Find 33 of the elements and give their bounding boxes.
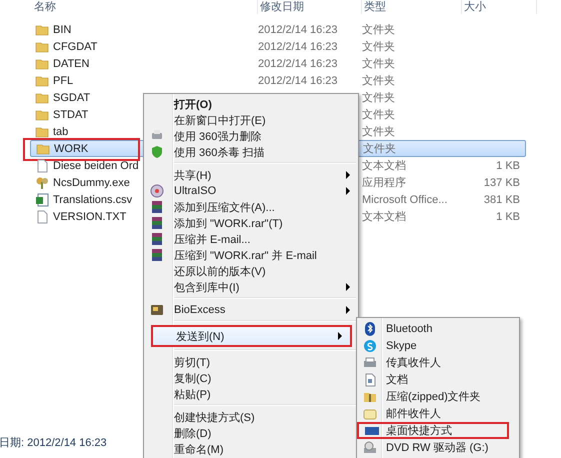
file-name: Translations.csv	[53, 194, 132, 206]
file-date: 2012/2/14 16:23	[258, 24, 338, 36]
file-size: 137 KB	[482, 176, 521, 188]
file-name: BIN	[53, 24, 72, 36]
file-name: PFL	[53, 74, 74, 86]
file-name: Diese beiden Ord	[53, 160, 139, 172]
file-date: 2012/2/14 16:23	[258, 58, 338, 70]
file-size: 381 KB	[482, 194, 521, 206]
file-name: DATEN	[53, 58, 90, 70]
file-date: 2012/2/14 16:23	[258, 40, 338, 52]
file-size: 1 KB	[495, 160, 521, 172]
file-type: 文件夹	[362, 126, 395, 138]
file-name: SGDAT	[53, 92, 90, 104]
file-type: 文件夹	[362, 24, 395, 36]
status-text: 日期: 2012/2/14 16:23	[0, 436, 107, 450]
file-date: 2012/2/14 16:23	[258, 74, 338, 86]
file-name: NcsDummy.exe	[53, 176, 130, 188]
file-name: tab	[53, 126, 68, 138]
file-type: 文件夹	[362, 75, 395, 87]
file-name: WORK	[54, 142, 88, 154]
file-type: 应用程序	[362, 177, 406, 189]
file-type: 文件夹	[363, 143, 396, 155]
file-name: VERSION.TXT	[53, 210, 126, 222]
file-size: 1 KB	[495, 210, 521, 222]
file-type: 文件夹	[362, 58, 395, 70]
file-type: 文件夹	[362, 92, 395, 104]
file-type: 文件夹	[362, 109, 395, 121]
file-type: 文件夹	[362, 41, 395, 53]
file-type: Microsoft Office...	[362, 194, 448, 206]
file-type: 文本文档	[362, 160, 406, 172]
file-type: 文本文档	[362, 211, 406, 223]
file-name: CFGDAT	[53, 40, 98, 52]
file-name: STDAT	[53, 108, 88, 120]
